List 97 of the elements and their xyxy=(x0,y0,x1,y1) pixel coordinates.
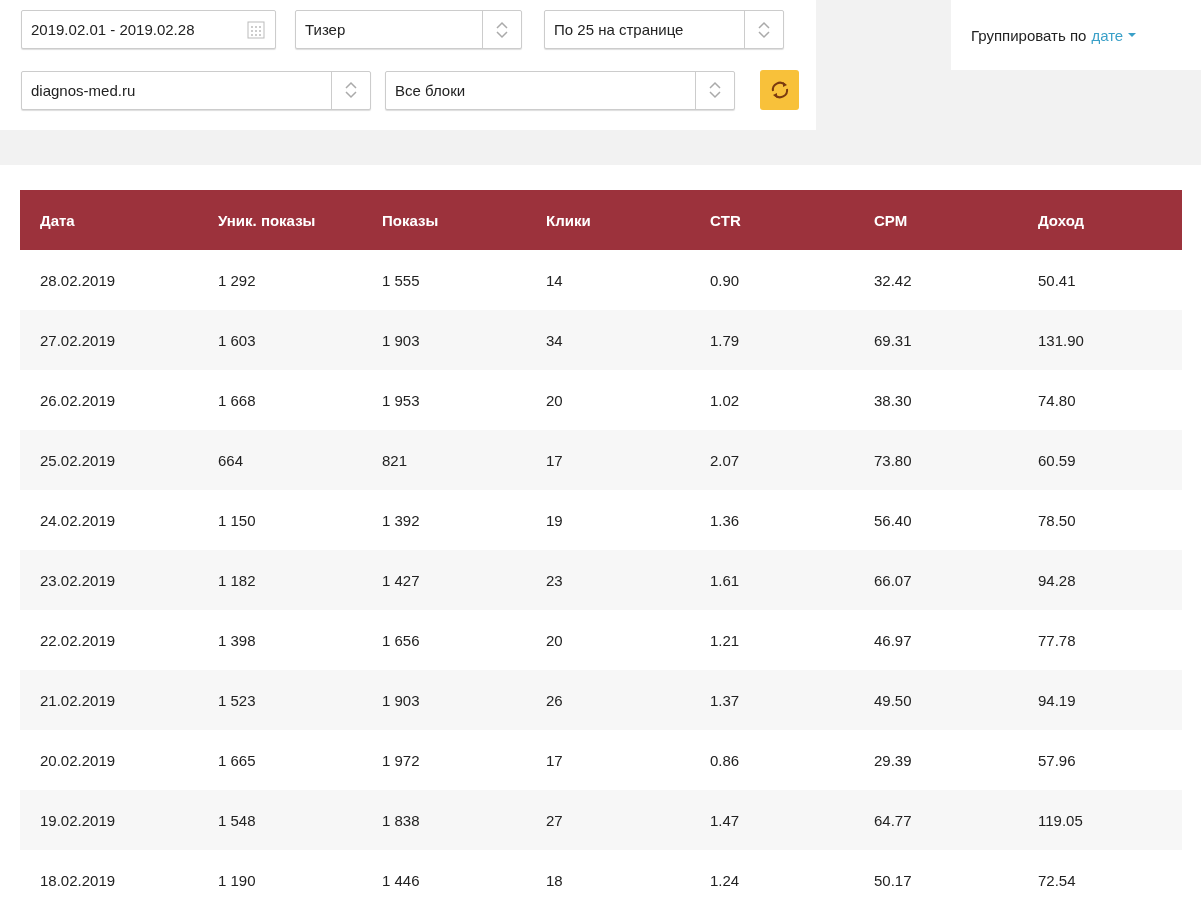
table-cell-text: 2.07 xyxy=(709,451,741,469)
block-select[interactable]: Все блоки xyxy=(385,70,735,110)
table-cell-text: 24.02.2019 xyxy=(39,511,117,529)
date-range-field[interactable]: 2019.02.01 - 2019.02.28 xyxy=(21,10,276,49)
table-cell-text: 119.05 xyxy=(1037,811,1084,829)
table-cell-text: 1 548 xyxy=(217,811,257,829)
table-cell-text: 1.36 xyxy=(709,511,741,529)
per-page-select[interactable]: По 25 на странице xyxy=(544,10,784,49)
column-header[interactable]: Уник. показы xyxy=(198,211,362,229)
table-cell-text: 18 xyxy=(545,871,564,889)
column-header[interactable]: Дата xyxy=(20,211,198,229)
table-cell-text: 32.42 xyxy=(873,271,913,289)
table-cell-text: 1 150 xyxy=(217,511,257,529)
table-cell-text: 1 398 xyxy=(217,631,257,649)
table-cell-text: 20.02.2019 xyxy=(39,751,117,769)
table-cell-text: 19.02.2019 xyxy=(39,811,117,829)
table-cell-text: 1 603 xyxy=(217,331,257,349)
table-cell-text: 1 182 xyxy=(217,571,257,589)
table-cell-text: 77.78 xyxy=(1037,631,1077,649)
table-cell-text: 27.02.2019 xyxy=(39,331,117,349)
table-cell-text: 17 xyxy=(545,751,564,769)
table-cell-text: 78.50 xyxy=(1037,511,1077,529)
table-cell-text: 28.02.2019 xyxy=(39,271,117,289)
table-cell-text: 1 446 xyxy=(381,871,421,889)
table-cell-text: 23.02.2019 xyxy=(39,571,117,589)
table-cell-text: 1.24 xyxy=(709,871,741,889)
table-cell-text: 25.02.2019 xyxy=(39,451,117,469)
table-cell-text: 664 xyxy=(217,451,245,469)
table-cell-text: 49.50 xyxy=(873,691,913,709)
table-cell-text: 34 xyxy=(545,331,564,349)
table-cell-text: 60.59 xyxy=(1037,451,1077,469)
table-cell-text: 56.40 xyxy=(873,511,913,529)
table-cell-text: 1 427 xyxy=(381,571,421,589)
table-cell-text: 21.02.2019 xyxy=(39,691,117,709)
table-cell-text: 38.30 xyxy=(873,391,913,409)
group-by-label: Группировать по xyxy=(971,26,1087,44)
table-cell-text: 73.80 xyxy=(873,451,913,469)
table-cell-text: 66.07 xyxy=(873,571,913,589)
table-cell-text: 46.97 xyxy=(873,631,913,649)
table-cell-text: 26 xyxy=(545,691,564,709)
table-cell-text: 1 292 xyxy=(217,271,257,289)
table-cell-text: 50.41 xyxy=(1037,271,1077,289)
column-header[interactable]: CPM xyxy=(854,211,1018,229)
table-cell-text: 1 665 xyxy=(217,751,257,769)
table-cell-text: 1.61 xyxy=(709,571,741,589)
table-cell-text: 1 953 xyxy=(381,391,421,409)
table-cell-text: 1 903 xyxy=(381,691,421,709)
table-cell-text: 1 555 xyxy=(381,271,421,289)
column-header[interactable]: CTR xyxy=(690,211,854,229)
table-cell-text: 74.80 xyxy=(1037,391,1077,409)
table-cell-text: 821 xyxy=(381,451,409,469)
table-cell-text: 1 972 xyxy=(381,751,421,769)
table-cell-text: 1.02 xyxy=(709,391,741,409)
table-cell-text: 1.21 xyxy=(709,631,741,649)
table-cell-text: 1.79 xyxy=(709,331,741,349)
table-cell-text: 1 392 xyxy=(381,511,421,529)
table-cell-text: 1.47 xyxy=(709,811,741,829)
table-cell-text: 20 xyxy=(545,631,564,649)
table-cell-text: 0.86 xyxy=(709,751,741,769)
table-cell-text: 57.96 xyxy=(1037,751,1077,769)
up-down-chevron-icon xyxy=(345,80,357,100)
column-header[interactable]: Показы xyxy=(362,211,526,229)
table-cell-text: 27 xyxy=(545,811,564,829)
up-down-chevron-icon xyxy=(496,19,508,40)
table-cell-text: 18.02.2019 xyxy=(39,871,117,889)
table-cell-text: 94.28 xyxy=(1037,571,1077,589)
column-header[interactable]: Доход xyxy=(1018,211,1182,229)
table-cell-text: 20 xyxy=(545,391,564,409)
caret-icon xyxy=(1128,32,1137,38)
table-cell-text: 72.54 xyxy=(1037,871,1077,889)
table-cell-text: 1 668 xyxy=(217,391,257,409)
table-cell-text: 14 xyxy=(545,271,564,289)
table-cell-text: 19 xyxy=(545,511,564,529)
calendar-icon xyxy=(247,20,265,39)
table-cell-text: 22.02.2019 xyxy=(39,631,117,649)
table-cell-text: 17 xyxy=(545,451,564,469)
table-cell-text: 26.02.2019 xyxy=(39,391,117,409)
table-cell-text: 1 903 xyxy=(381,331,421,349)
up-down-chevron-icon xyxy=(758,19,770,40)
table-cell-text: 69.31 xyxy=(873,331,913,349)
table-cell-text: 29.39 xyxy=(873,751,913,769)
refresh-button[interactable] xyxy=(760,70,799,110)
table-cell-text: 64.77 xyxy=(873,811,913,829)
site-select[interactable]: diagnos-med.ru xyxy=(21,70,371,110)
column-header[interactable]: Клики xyxy=(526,211,690,229)
table-cell-text: 1 523 xyxy=(217,691,257,709)
table-cell-text: 23 xyxy=(545,571,564,589)
table-cell-text: 94.19 xyxy=(1037,691,1077,709)
table-cell-text: 1.37 xyxy=(709,691,741,709)
table-cell-text: 1 656 xyxy=(381,631,421,649)
table-cell-text: 1 838 xyxy=(381,811,421,829)
table-cell-text: 131.90 xyxy=(1037,331,1085,349)
table-cell-text: 50.17 xyxy=(873,871,913,889)
up-down-chevron-icon xyxy=(709,80,721,100)
type-select[interactable]: Тизер xyxy=(295,10,522,49)
table-cell-text: 1 190 xyxy=(217,871,257,889)
table-cell-text: 0.90 xyxy=(709,271,741,289)
